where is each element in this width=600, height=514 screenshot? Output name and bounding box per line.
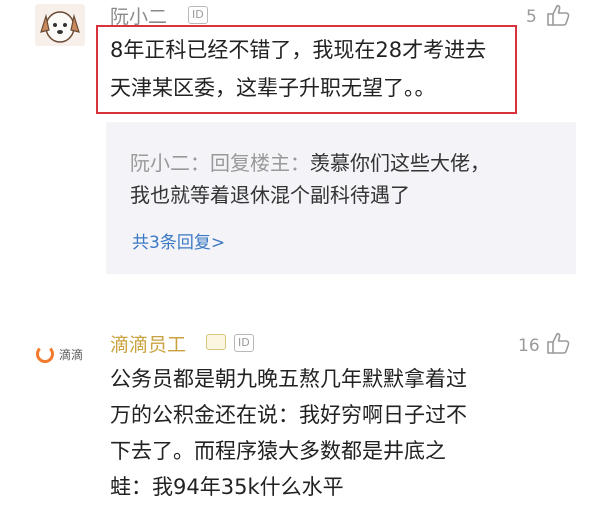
- dog-icon: [40, 11, 80, 43]
- didi-avatar-text: 滴滴: [59, 347, 84, 362]
- reply-text-2: 我也就等着退休混个副科待遇了: [130, 183, 410, 207]
- thumbs-up-icon[interactable]: [545, 331, 571, 355]
- comment1-like-count: 5: [526, 7, 537, 27]
- comment2-line-2: 万的公积金还在说：我好穷啊日子过不: [110, 403, 467, 427]
- level-badge-icon: [206, 334, 226, 350]
- reply-author[interactable]: 阮小二：回复楼主：: [130, 151, 310, 175]
- comment1-line-2: 天津某区委，这辈子升职无望了。。: [110, 76, 436, 100]
- reply-text-1: 羡慕你们这些大佬，: [310, 151, 490, 175]
- didi-logo-icon: [36, 345, 54, 363]
- reply-line-1: 阮小二：回复楼主：羡慕你们这些大佬，: [130, 146, 490, 180]
- comment2-line-1: 公务员都是朝九晚五熬几年默默拿着过: [110, 367, 467, 391]
- avatar-dog[interactable]: [35, 4, 85, 46]
- comment1-id-badge: ID: [188, 6, 208, 24]
- thumbs-up-icon[interactable]: [545, 3, 571, 27]
- comment2-line-4: 蛙：我94年35k什么水平: [110, 475, 344, 499]
- comment2-like-count: 16: [518, 336, 540, 356]
- more-replies-link[interactable]: 共3条回复>: [132, 228, 225, 253]
- comment2-username[interactable]: 滴滴员工: [110, 330, 186, 357]
- avatar-didi[interactable]: 滴滴: [34, 341, 92, 367]
- comment2-id-badge: ID: [234, 334, 254, 352]
- comment1-line-1: 8年正科已经不错了，我现在28才考进去: [110, 38, 487, 62]
- comment2-line-3: 下去了。而程序猿大多数都是井底之: [110, 439, 446, 463]
